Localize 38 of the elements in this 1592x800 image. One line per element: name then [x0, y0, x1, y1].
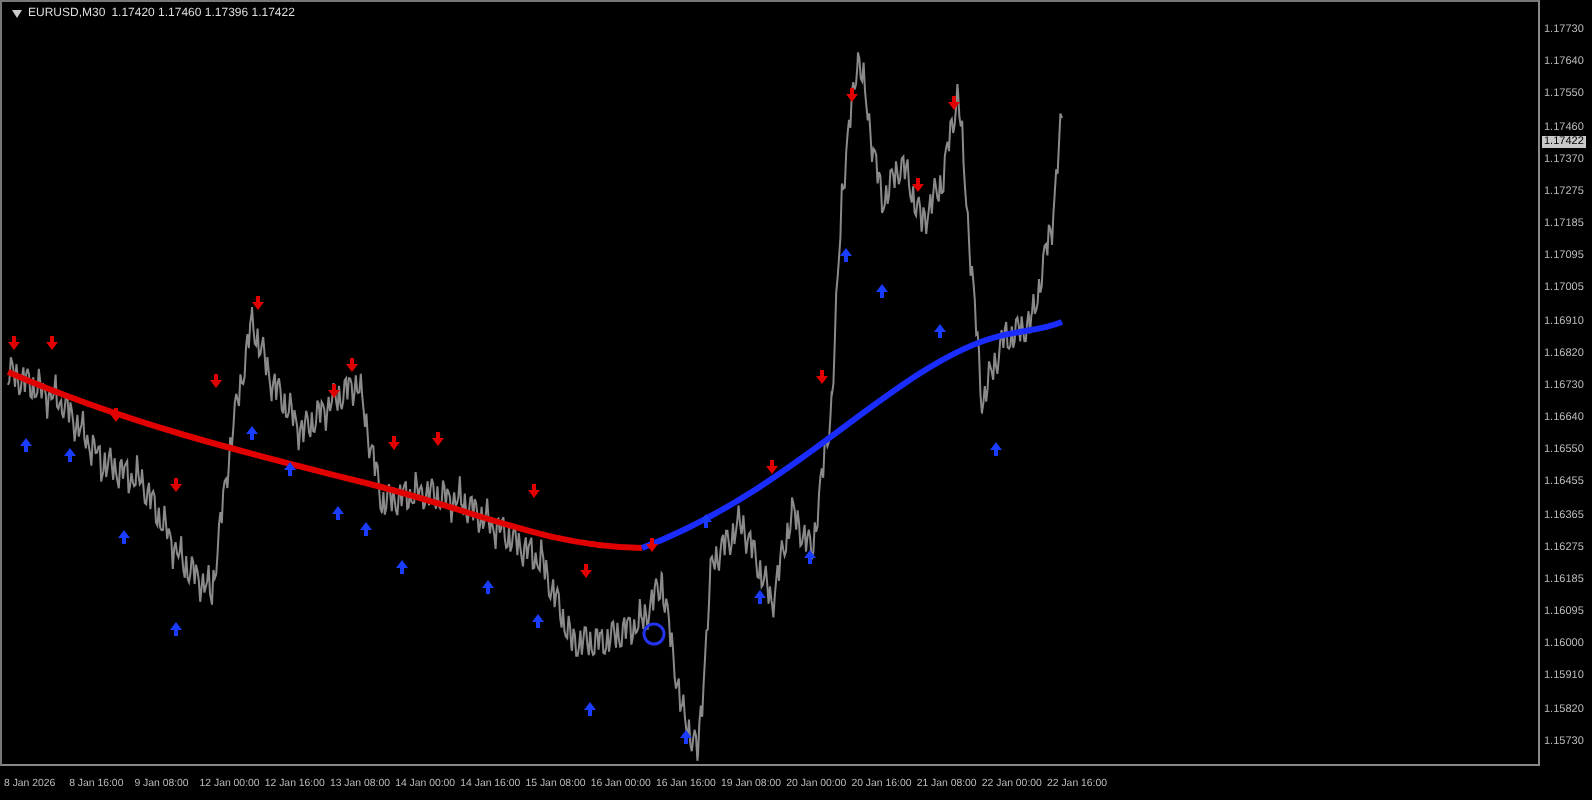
sell-arrow-icon — [388, 436, 400, 450]
buy-arrow-icon — [332, 506, 344, 520]
buy-arrow-icon — [840, 248, 852, 262]
buy-arrow-icon — [532, 614, 544, 628]
buy-arrow-icon — [584, 702, 596, 716]
sell-arrow-icon — [580, 564, 592, 578]
sell-arrow-icon — [816, 370, 828, 384]
sell-arrow-icon — [528, 484, 540, 498]
buy-arrow-icon — [246, 426, 258, 440]
sell-arrow-icon — [46, 336, 58, 350]
buy-arrow-icon — [934, 324, 946, 338]
sell-arrow-icon — [170, 478, 182, 492]
buy-arrow-icon — [754, 590, 766, 604]
dropdown-triangle-icon[interactable] — [12, 10, 22, 18]
buy-arrow-icon — [284, 462, 296, 476]
buy-arrow-icon — [20, 438, 32, 452]
buy-arrow-icon — [804, 550, 816, 564]
buy-arrow-icon — [700, 514, 712, 528]
buy-arrow-icon — [170, 622, 182, 636]
buy-arrow-icon — [876, 284, 888, 298]
sell-arrow-icon — [432, 432, 444, 446]
sell-arrow-icon — [846, 88, 858, 102]
sell-arrow-icon — [210, 374, 222, 388]
buy-arrow-icon — [990, 442, 1002, 456]
sell-arrow-icon — [948, 96, 960, 110]
circle-marker-icon — [642, 622, 666, 646]
sell-arrow-icon — [252, 296, 264, 310]
sell-arrow-icon — [646, 538, 658, 552]
buy-arrow-icon — [482, 580, 494, 594]
buy-arrow-icon — [64, 448, 76, 462]
sell-arrow-icon — [110, 408, 122, 422]
buy-arrow-icon — [396, 560, 408, 574]
buy-arrow-icon — [118, 530, 130, 544]
sell-arrow-icon — [8, 336, 20, 350]
buy-arrow-icon — [680, 730, 692, 744]
sell-arrow-icon — [766, 460, 778, 474]
buy-arrow-icon — [360, 522, 372, 536]
sell-arrow-icon — [912, 178, 924, 192]
